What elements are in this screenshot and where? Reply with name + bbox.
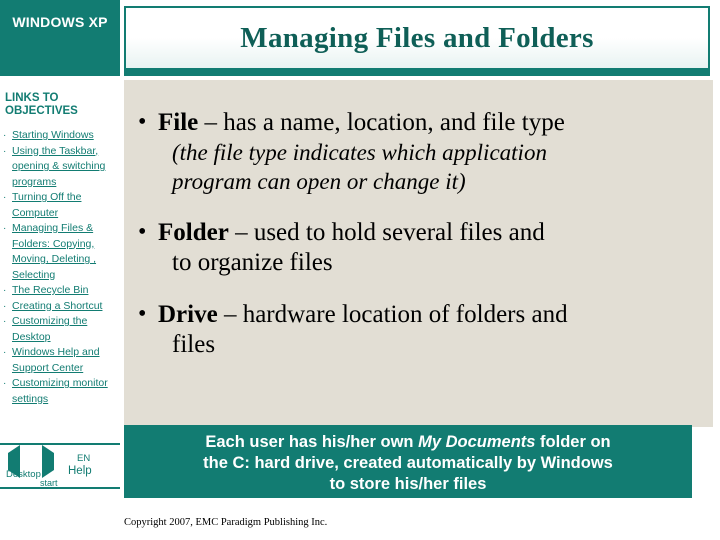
- bullet-file-subline-2: program can open or change it): [172, 169, 466, 194]
- sidebar-link-customizing-the-desktop[interactable]: · Customizing the Desktop: [3, 314, 120, 345]
- bullet-item-drive: • Drive – hardware location of folders an…: [128, 300, 708, 360]
- content-panel: • File – has a name, location, and file t…: [124, 80, 713, 427]
- bullet-drive-line: • Drive – hardware location of folders an…: [128, 300, 708, 330]
- bullet-icon: ·: [3, 145, 7, 157]
- sidebar-link-label: Using the Taskbar, opening & switching p…: [12, 144, 106, 188]
- page-title: Managing Files and Folders: [240, 22, 594, 54]
- callout-line-3: to store his/her files: [329, 475, 487, 493]
- desktop-label[interactable]: Desktop: [6, 469, 41, 480]
- copyright-notice: Copyright 2007, EMC Paradigm Publishing …: [124, 517, 328, 528]
- callout-line-2: the C: hard drive, created automatically…: [203, 454, 613, 472]
- callout-line1-pre: Each user has his/her own: [205, 433, 419, 451]
- bullet-file-subtext: (the file type indicates which applicati…: [128, 138, 708, 196]
- sidebar-link-managing-files-and-folders[interactable]: · Managing Files & Folders: Copying, Movi…: [3, 221, 120, 283]
- bullet-drive-text: – hardware location of folders and: [217, 301, 568, 328]
- bullet-icon: ·: [3, 223, 7, 234]
- bullet-item-folder: • Folder – used to hold several files and…: [128, 218, 708, 278]
- sidebar-link-label: Managing Files & Folders: Copying, Movin…: [12, 222, 97, 281]
- bullet-file-subline-1: (the file type indicates which applicati…: [172, 140, 547, 165]
- slide-title-banner: Managing Files and Folders: [124, 6, 710, 70]
- bullet-icon: ·: [3, 192, 7, 203]
- links-list: · Starting Windows · Using the Taskbar, op…: [3, 128, 120, 407]
- links-to-objectives-heading: LINKS TO OBJECTIVES: [5, 92, 78, 117]
- title-underline: [124, 70, 710, 76]
- start-button-label[interactable]: start: [40, 478, 58, 489]
- sidebar-link-label: Windows Help and Support Center: [12, 346, 100, 374]
- bullet-file-line: • File – has a name, location, and file t…: [128, 108, 708, 138]
- sidebar-link-label: Turning Off the Computer: [12, 191, 82, 219]
- sidebar-link-label: Customizing monitor settings: [12, 377, 108, 405]
- callout-line-1: Each user has his/her own My Documents f…: [124, 432, 692, 453]
- sidebar-header: WINDOWS XP: [0, 0, 120, 76]
- bullet-folder-line: • Folder – used to hold several files and: [128, 218, 708, 248]
- sidebar-link-label: The Recycle Bin: [12, 284, 89, 296]
- bullet-drive-continuation: files: [172, 331, 216, 358]
- help-link[interactable]: Help: [68, 465, 92, 477]
- bullet-folder-term: Folder: [158, 219, 229, 246]
- sidebar-link-label: Starting Windows: [12, 129, 94, 141]
- bullet-folder-continuation: to organize files: [172, 249, 333, 276]
- bullet-dot-icon: •: [138, 219, 147, 245]
- sidebar-link-label: Customizing the Desktop: [12, 315, 88, 343]
- bullet-icon: ·: [3, 285, 7, 296]
- sidebar-link-customizing-monitor-settings[interactable]: · Customizing monitor settings: [3, 376, 120, 407]
- sidebar-link-creating-a-shortcut[interactable]: · Creating a Shortcut: [3, 299, 120, 315]
- navigation-bar: Desktop EN Help start: [0, 443, 120, 489]
- callout-my-documents: My Documents: [418, 433, 536, 451]
- language-indicator[interactable]: EN: [77, 453, 90, 464]
- slide-canvas: WINDOWS XP LINKS TO OBJECTIVES · Starting…: [0, 0, 720, 540]
- bullet-icon: ·: [3, 316, 7, 327]
- bullet-file-term: File: [158, 109, 199, 136]
- bullet-dot-icon: •: [138, 301, 147, 327]
- sidebar-link-the-recycle-bin[interactable]: · The Recycle Bin: [3, 283, 120, 299]
- bullet-folder-text: – used to hold several files and: [228, 219, 545, 246]
- bullet-icon: ·: [3, 130, 7, 141]
- bullet-drive-term: Drive: [158, 301, 218, 328]
- sidebar-link-turning-off-the-computer[interactable]: · Turning Off the Computer: [3, 190, 120, 221]
- sidebar: WINDOWS XP LINKS TO OBJECTIVES · Starting…: [0, 0, 120, 540]
- bullet-item-file: • File – has a name, location, and file t…: [128, 108, 708, 138]
- callout-box: Each user has his/her own My Documents f…: [124, 425, 692, 498]
- nav-label-group: Desktop EN Help start: [0, 445, 120, 489]
- bullet-icon: ·: [3, 300, 7, 312]
- bullet-icon: ·: [3, 378, 7, 389]
- bullet-file-text: – has a name, location, and file type: [198, 109, 565, 136]
- sidebar-link-label: Creating a Shortcut: [12, 299, 103, 312]
- sidebar-link-starting-windows[interactable]: · Starting Windows: [3, 128, 120, 144]
- sidebar-link-windows-help-and-support-center[interactable]: · Windows Help and Support Center: [3, 345, 120, 376]
- bullet-dot-icon: •: [138, 109, 147, 135]
- sidebar-header-title: WINDOWS XP: [12, 14, 108, 30]
- callout-line1-post: folder on: [535, 433, 611, 451]
- bullet-icon: ·: [3, 347, 7, 358]
- sidebar-link-using-the-taskbar[interactable]: · Using the Taskbar, opening & switching …: [3, 144, 120, 191]
